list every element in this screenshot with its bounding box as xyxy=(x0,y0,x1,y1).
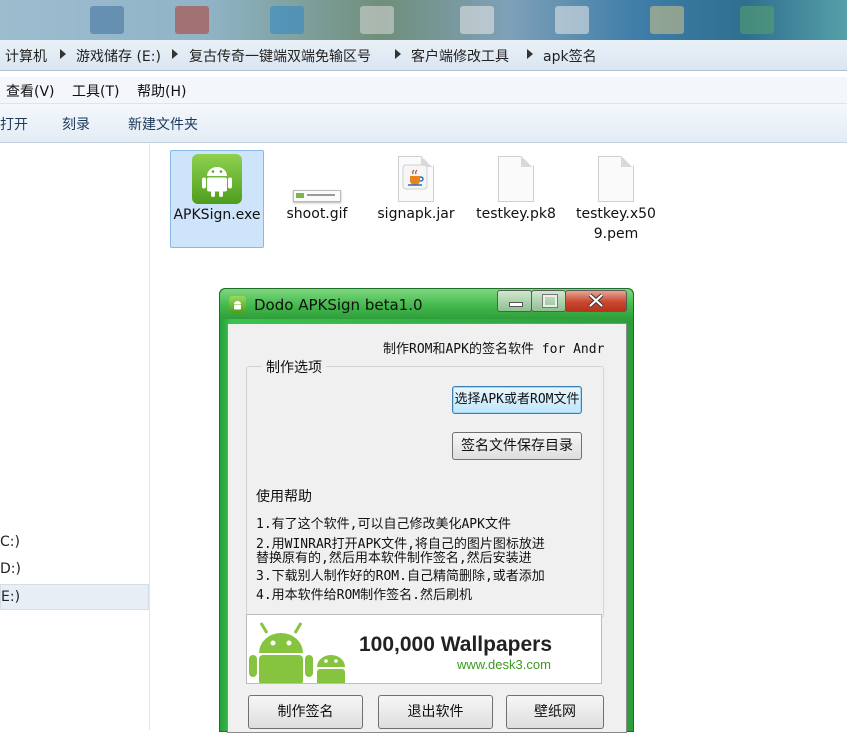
help-line: 1.有了这个软件,可以自己修改美化APK文件 xyxy=(256,517,511,532)
nav-drive-c[interactable]: C:) xyxy=(0,534,20,550)
dialog-titlebar[interactable]: Dodo APKSign beta1.0 xyxy=(220,289,633,319)
file-item-testkey-pem[interactable]: testkey.x509.pem xyxy=(570,150,662,246)
breadcrumb-server-folder[interactable]: 复古传奇一键端双端免输区号 xyxy=(189,46,371,66)
taskbar-icon xyxy=(740,6,774,34)
java-cup-icon xyxy=(402,164,428,190)
help-title: 使用帮助 xyxy=(256,489,312,505)
help-line: 替换原有的,然后用本软件制作签名,然后安装进 xyxy=(256,551,532,566)
nav-drive-d[interactable]: D:) xyxy=(0,561,21,577)
menu-view[interactable]: 查看(V) xyxy=(6,81,55,101)
create-signature-button[interactable]: 制作签名 xyxy=(248,695,363,729)
file-item-testkey-pk8[interactable]: testkey.pk8 xyxy=(470,150,562,246)
chevron-right-icon[interactable] xyxy=(172,49,178,59)
gif-image-icon xyxy=(293,190,341,202)
dialog-body: 制作ROM和APK的签名软件 for Andr 制作选项 选择APK或者ROM文… xyxy=(227,323,627,733)
chevron-right-icon[interactable] xyxy=(527,49,533,59)
chevron-right-icon[interactable] xyxy=(395,49,401,59)
taskbar-icon xyxy=(90,6,124,34)
navigation-pane[interactable]: C:) D:) E:) xyxy=(0,143,150,730)
android-app-icon xyxy=(192,154,242,204)
chevron-right-icon[interactable] xyxy=(60,49,66,59)
android-robots-graphic xyxy=(249,622,345,683)
help-line: 2.用WINRAR打开APK文件,将自己的图片图标放进 xyxy=(256,537,545,552)
taskbar-icon xyxy=(460,6,494,34)
dialog-title: Dodo APKSign beta1.0 xyxy=(254,296,423,314)
options-group-title: 制作选项 xyxy=(262,357,326,377)
page-fold-icon xyxy=(621,156,632,167)
new-folder-button[interactable]: 新建文件夹 xyxy=(128,114,198,134)
minimize-button[interactable] xyxy=(497,290,532,312)
taskbar-icon xyxy=(360,6,394,34)
breadcrumb-computer[interactable]: 计算机 xyxy=(5,46,47,66)
menu-tools[interactable]: 工具(T) xyxy=(72,81,119,101)
window-title-strip xyxy=(0,0,847,40)
command-toolbar: 打开 刻录 新建文件夹 xyxy=(0,104,847,143)
menu-bar: 查看(V) 工具(T) 帮助(H) xyxy=(0,77,847,104)
maximize-icon xyxy=(542,294,558,308)
taskbar-icon xyxy=(270,6,304,34)
save-directory-button[interactable]: 签名文件保存目录 xyxy=(452,432,582,460)
page-fold-icon xyxy=(521,156,532,167)
window-controls xyxy=(497,289,631,313)
file-item-signapk-jar[interactable]: signapk.jar xyxy=(370,150,462,246)
open-button[interactable]: 打开 xyxy=(0,114,28,134)
breadcrumb-tools-folder[interactable]: 客户端修改工具 xyxy=(411,46,509,66)
file-item-shoot-gif[interactable]: shoot.gif xyxy=(271,150,363,246)
breadcrumb-apk-folder[interactable]: apk签名 xyxy=(543,46,597,66)
close-button[interactable] xyxy=(565,290,627,312)
close-icon xyxy=(588,293,604,308)
file-name: testkey.pk8 xyxy=(476,206,556,222)
taskbar-icon xyxy=(555,6,589,34)
file-name: testkey.x509.pem xyxy=(576,206,656,242)
breadcrumb-drive-e[interactable]: 游戏储存 (E:) xyxy=(76,46,161,66)
select-apk-rom-button[interactable]: 选择APK或者ROM文件 xyxy=(452,386,582,414)
taskbar-icon xyxy=(175,6,209,34)
file-name: APKSign.exe xyxy=(173,207,261,223)
file-item-apksign-exe[interactable]: APKSign.exe xyxy=(170,150,264,248)
help-line: 3.下载别人制作好的ROM.自己精简删除,或者添加 xyxy=(256,569,545,584)
taskbar-icon xyxy=(650,6,684,34)
minimize-icon xyxy=(509,302,523,307)
apksign-dialog: Dodo APKSign beta1.0 制作ROM和APK的签名软件 for … xyxy=(219,288,634,733)
wallpaper-banner[interactable]: 100,000 Wallpapers www.desk3.com xyxy=(246,614,602,684)
help-line: 4.用本软件给ROM制作签名.然后刷机 xyxy=(256,588,472,603)
nav-drive-e[interactable]: E:) xyxy=(0,584,149,610)
wallpaper-site-button[interactable]: 壁纸网 xyxy=(506,695,604,729)
burn-button[interactable]: 刻录 xyxy=(62,114,90,134)
exit-button[interactable]: 退出软件 xyxy=(378,695,493,729)
android-app-icon xyxy=(229,296,246,313)
dialog-subtitle: 制作ROM和APK的签名软件 for Andr xyxy=(383,342,605,357)
file-name: shoot.gif xyxy=(286,206,348,222)
file-name: signapk.jar xyxy=(377,206,455,222)
banner-headline: 100,000 Wallpapers xyxy=(359,633,552,656)
address-bar[interactable]: 计算机 游戏储存 (E:) 复古传奇一键端双端免输区号 客户端修改工具 apk签… xyxy=(0,40,847,71)
maximize-button[interactable] xyxy=(531,290,566,312)
menu-help[interactable]: 帮助(H) xyxy=(137,81,186,101)
banner-url: www.desk3.com xyxy=(457,657,551,672)
